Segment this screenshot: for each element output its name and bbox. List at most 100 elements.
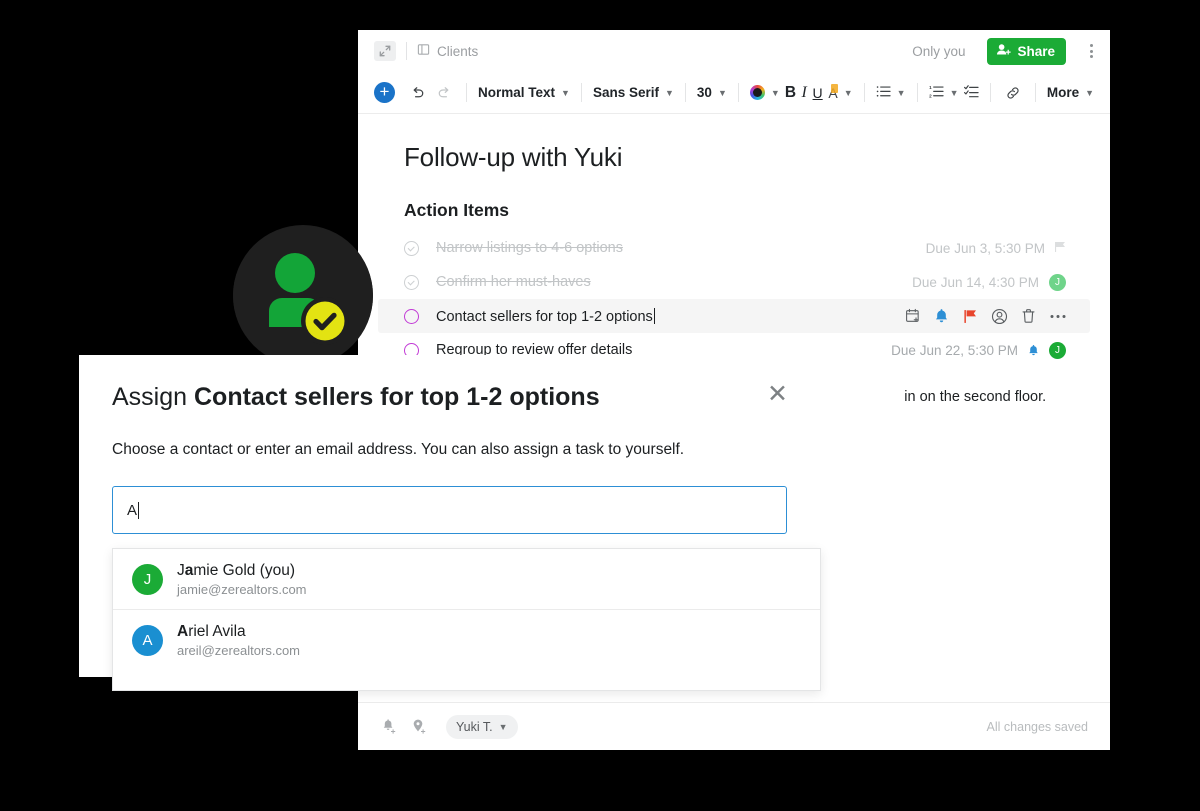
assign-person-icon[interactable] — [991, 308, 1008, 325]
text-color-picker[interactable]: ▼ — [748, 85, 782, 100]
italic-label: I — [801, 83, 807, 101]
person-chip-label: Yuki T. — [456, 719, 493, 734]
share-status: Only you — [912, 43, 966, 59]
document-tab-label: Clients — [437, 43, 479, 59]
expand-arrows-icon[interactable] — [374, 41, 396, 61]
list-item[interactable]: J Jamie Gold (you) jamie@zerealtors.com — [113, 549, 820, 610]
svg-text:1: 1 — [929, 85, 932, 90]
chevron-down-icon: ▼ — [664, 87, 674, 98]
paragraph-style-label: Normal Text — [478, 85, 556, 100]
person-chip-yuki[interactable]: Yuki T. ▼ — [446, 714, 518, 739]
overflow-icon[interactable] — [1049, 308, 1066, 325]
list-item[interactable]: A Ariel Avila areil@zerealtors.com — [113, 610, 820, 671]
suggestion-email: jamie@zerealtors.com — [177, 581, 307, 597]
chevron-down-icon: ▼ — [949, 87, 959, 98]
formatting-toolbar: + Normal Text ▼ Sans Serif ▼ 30 ▼ ▼ B I … — [358, 72, 1110, 114]
screenshot-canvas: Clients Only you Share + Normal Text ▼ S… — [0, 0, 1200, 811]
task-due-date: Due Jun 14, 4:30 PM — [912, 274, 1039, 290]
flag-icon[interactable] — [962, 308, 979, 325]
suggestion-name: Ariel Avila — [177, 623, 246, 640]
more-button[interactable]: More ▼ — [1045, 85, 1096, 100]
more-label: More — [1046, 85, 1080, 100]
font-family-label: Sans Serif — [592, 85, 659, 100]
task-checkbox-checked-icon[interactable] — [404, 274, 419, 290]
bell-icon[interactable] — [933, 308, 950, 325]
calendar-add-icon[interactable] — [904, 308, 921, 325]
trash-icon[interactable] — [1020, 308, 1037, 325]
avatar[interactable]: J — [1049, 273, 1066, 291]
link-icon[interactable] — [1000, 80, 1026, 106]
task-label: Narrow listings to 4-6 options — [436, 240, 623, 256]
bold-button[interactable]: B — [783, 84, 798, 102]
task-checkbox-icon[interactable] — [404, 308, 419, 324]
page-title: Follow-up with Yuki — [404, 142, 623, 172]
chevron-down-icon: ▼ — [896, 87, 906, 98]
modal-subtitle: Choose a contact or enter an email addre… — [112, 441, 685, 458]
color-wheel-icon — [749, 85, 765, 100]
undo-icon[interactable] — [405, 80, 431, 106]
bulleted-list-button[interactable]: ▼ — [874, 85, 908, 101]
highlight-color-button[interactable]: A ▼ — [826, 83, 854, 101]
svg-text:2: 2 — [929, 93, 932, 98]
add-reminder-icon[interactable] — [378, 716, 400, 738]
task-due-date: Due Jun 3, 5:30 PM — [925, 240, 1045, 256]
numbered-list-icon: 1 2 — [929, 84, 944, 101]
task-row-active[interactable]: Contact sellers for top 1-2 options — [378, 299, 1090, 333]
document-tab-clients[interactable]: Clients — [417, 43, 478, 59]
add-person-icon — [996, 43, 1012, 60]
assignee-input-value: A — [127, 501, 138, 519]
chevron-down-icon: ▼ — [717, 87, 727, 98]
bulleted-list-icon — [876, 85, 891, 101]
modal-title: Assign Contact sellers for top 1-2 optio… — [112, 382, 600, 412]
chevron-down-icon: ▼ — [561, 87, 570, 98]
panel-icon — [417, 43, 430, 59]
close-icon[interactable]: ✕ — [765, 382, 790, 407]
task-row[interactable]: Confirm her must-haves Due Jun 14, 4:30 … — [378, 265, 1090, 299]
modal-title-task: Contact sellers for top 1-2 options — [194, 383, 600, 411]
flag-icon[interactable] — [1055, 241, 1066, 256]
highlight-icon: A — [828, 83, 839, 101]
assignee-input-wrap: A — [79, 486, 820, 534]
avatar[interactable]: J — [1049, 341, 1066, 359]
chevron-down-icon: ▼ — [843, 87, 853, 98]
bold-label: B — [784, 83, 797, 101]
task-row[interactable]: Narrow listings to 4-6 options Due Jun 3… — [378, 231, 1090, 265]
insert-button[interactable]: + — [374, 82, 395, 103]
redo-icon[interactable] — [431, 80, 457, 106]
paragraph-style-dropdown[interactable]: Normal Text ▼ — [476, 85, 572, 100]
chevron-down-icon: ▼ — [770, 87, 780, 98]
assignee-suggestions-dropdown: J Jamie Gold (you) jamie@zerealtors.com … — [112, 548, 821, 691]
kebab-menu-icon[interactable] — [1087, 40, 1096, 62]
suggestion-email: areil@zerealtors.com — [177, 643, 301, 658]
document-status-bar: Yuki T. ▼ All changes saved — [358, 702, 1110, 750]
share-button[interactable]: Share — [987, 37, 1066, 65]
share-button-label: Share — [1017, 43, 1055, 59]
section-heading: Action Items — [404, 200, 510, 220]
add-location-icon[interactable] — [408, 716, 430, 738]
underline-button[interactable]: U — [811, 85, 825, 101]
chevron-down-icon: ▼ — [1085, 87, 1095, 98]
checklist-icon — [963, 84, 979, 101]
modal-header: Assign Contact sellers for top 1-2 optio… — [79, 355, 820, 412]
assigned-person-check-icon — [233, 225, 373, 366]
underline-label: U — [812, 84, 823, 101]
checklist-button[interactable] — [962, 84, 981, 101]
font-size-dropdown[interactable]: 30 ▼ — [695, 85, 729, 100]
font-size-label: 30 — [696, 85, 712, 100]
assignee-input[interactable]: A — [112, 486, 787, 534]
numbered-list-button[interactable]: 1 2 ▼ — [927, 84, 961, 101]
toolbar-divider — [406, 42, 407, 60]
task-label: Confirm her must-haves — [436, 274, 591, 290]
italic-button[interactable]: I — [800, 84, 809, 102]
font-family-dropdown[interactable]: Sans Serif ▼ — [591, 85, 676, 100]
task-row-actions — [904, 308, 1066, 325]
suggestion-name: Jamie Gold (you) — [177, 561, 296, 579]
task-label: Contact sellers for top 1-2 options — [436, 307, 656, 325]
chevron-down-icon: ▼ — [498, 721, 508, 732]
save-status: All changes saved — [986, 719, 1088, 734]
task-checkbox-checked-icon[interactable] — [404, 240, 419, 256]
avatar: J — [132, 563, 163, 595]
window-top-bar: Clients Only you Share — [358, 30, 1110, 72]
task-due-date: Due Jun 22, 5:30 PM — [891, 342, 1018, 358]
bell-icon[interactable] — [1028, 344, 1039, 357]
